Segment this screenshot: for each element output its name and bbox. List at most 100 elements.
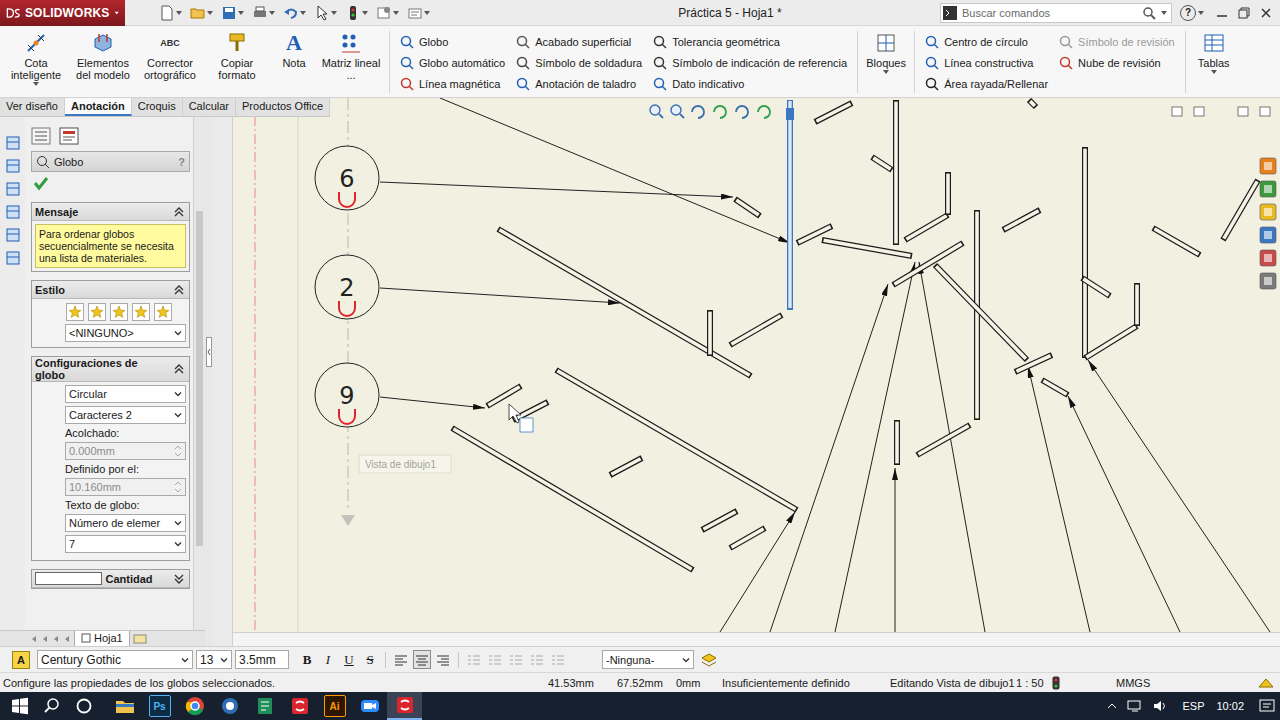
leader-line[interactable] xyxy=(720,512,795,632)
drag-handle-icon[interactable] xyxy=(339,301,355,316)
group-header[interactable]: Configuraciones de globo xyxy=(32,357,189,382)
leader-line[interactable] xyxy=(440,98,790,243)
group-header[interactable]: Mensaje xyxy=(32,203,189,221)
structural-member[interactable] xyxy=(556,370,797,510)
panel-scrollbar[interactable] xyxy=(193,117,205,630)
taskbar-app[interactable] xyxy=(177,692,212,720)
structural-member[interactable] xyxy=(452,428,693,570)
structural-member[interactable] xyxy=(1042,380,1068,395)
add-sheet-icon[interactable] xyxy=(133,634,147,644)
structural-member[interactable] xyxy=(896,100,897,245)
rebuild-button[interactable] xyxy=(345,5,368,21)
ribbon-small-button[interactable]: Nube de revisión xyxy=(1059,52,1175,73)
align-button[interactable] xyxy=(434,650,452,669)
ribbon-small-button[interactable]: Área rayada/Rellenar xyxy=(925,73,1048,94)
structural-member[interactable] xyxy=(935,265,1027,360)
structural-member[interactable] xyxy=(815,103,852,122)
structural-member[interactable] xyxy=(1137,283,1138,326)
open-button[interactable] xyxy=(190,5,213,21)
task-pane-icon[interactable] xyxy=(1260,273,1276,289)
leader-line[interactable] xyxy=(380,182,733,197)
view-window-button[interactable] xyxy=(1194,107,1204,116)
unit-system[interactable]: MMGS xyxy=(1060,677,1258,689)
text-style-button[interactable]: I xyxy=(319,650,337,669)
structural-member[interactable] xyxy=(498,229,751,376)
structural-member[interactable] xyxy=(735,199,760,216)
structural-member[interactable] xyxy=(1153,228,1200,255)
ribbon-small-button[interactable]: Línea constructiva xyxy=(925,52,1048,73)
view-toolbar-icon[interactable] xyxy=(758,106,770,118)
ribbon-button[interactable]: ANota xyxy=(272,31,316,69)
structural-member[interactable] xyxy=(1003,210,1040,230)
view-tool-icon[interactable] xyxy=(5,227,21,243)
undo-button[interactable] xyxy=(283,5,306,21)
windows-start-icon[interactable] xyxy=(11,697,29,715)
sheet-nav-icon[interactable] xyxy=(52,635,60,643)
sheet-nav-icon[interactable] xyxy=(41,635,49,643)
structural-member[interactable] xyxy=(1029,100,1036,107)
notifications-icon[interactable] xyxy=(1259,699,1275,713)
select-field[interactable]: Circular xyxy=(65,385,186,403)
font-icon[interactable]: A xyxy=(12,651,30,669)
taskbar-app[interactable] xyxy=(107,692,142,720)
font-select[interactable]: Century Gothic xyxy=(37,650,193,669)
leader-line[interactable] xyxy=(380,397,485,408)
style-select[interactable]: <NINGUNO> xyxy=(65,324,186,342)
tray-arrow-icon[interactable] xyxy=(1107,701,1117,711)
taskbar-app[interactable]: Ai xyxy=(317,692,352,720)
scroll-thumb[interactable] xyxy=(196,211,203,546)
layer-select[interactable]: -Ninguna- xyxy=(602,650,694,669)
task-pane-icon[interactable] xyxy=(1260,250,1276,266)
view-toolbar-icon[interactable] xyxy=(692,106,704,118)
task-pane-icon[interactable] xyxy=(1260,158,1276,174)
help-button[interactable]: ? xyxy=(178,156,185,168)
command-tab[interactable]: Croquis xyxy=(132,98,183,116)
select-field[interactable]: Caracteres 2 xyxy=(65,406,186,424)
structural-member[interactable] xyxy=(905,215,948,240)
text-style-button[interactable]: B xyxy=(298,650,316,669)
structural-member[interactable] xyxy=(1223,180,1258,240)
structural-member[interactable] xyxy=(977,210,978,420)
ribbon-button[interactable]: ABCCorrector ortográfico xyxy=(138,31,202,81)
command-search[interactable]: Buscar comandos xyxy=(940,3,1172,23)
ribbon-small-button[interactable]: Anotación de taladro xyxy=(516,73,642,94)
structural-member[interactable] xyxy=(872,157,892,170)
rebuild-status-icon[interactable] xyxy=(1052,676,1060,690)
customize-status-icon[interactable] xyxy=(1258,677,1274,689)
view-toolbar-icon[interactable] xyxy=(736,106,748,118)
drag-handle-icon[interactable] xyxy=(339,192,355,207)
layer-properties-icon[interactable] xyxy=(701,653,717,667)
text-style-button[interactable]: S xyxy=(361,650,379,669)
structural-member[interactable] xyxy=(702,511,737,530)
restore-icon[interactable] xyxy=(1236,5,1252,21)
sheet-nav-icon[interactable] xyxy=(63,635,71,643)
taskbar-app[interactable] xyxy=(352,692,387,720)
property-manager-icon[interactable] xyxy=(59,127,79,145)
selected-member[interactable] xyxy=(786,100,794,310)
leader-line[interactable] xyxy=(770,284,888,632)
drawing-sheet[interactable]: 629Vista de dibujo1 xyxy=(233,98,1280,632)
leader-line[interactable] xyxy=(1088,360,1270,632)
leader-line[interactable] xyxy=(1028,366,1090,632)
balloon[interactable]: 2 xyxy=(315,255,379,319)
ribbon-button[interactable]: Tablas xyxy=(1192,31,1236,75)
clock[interactable]: 10:02 xyxy=(1216,700,1244,712)
view-window-button[interactable] xyxy=(1172,107,1182,116)
style-star-icon[interactable] xyxy=(154,303,172,321)
view-toolbar-icon[interactable] xyxy=(714,106,726,118)
balloon[interactable]: 6 xyxy=(315,146,379,210)
group-header[interactable]: Cantidad xyxy=(32,570,189,588)
structural-member[interactable] xyxy=(487,386,521,406)
select-button[interactable] xyxy=(314,5,337,21)
task-pane-icon[interactable] xyxy=(1260,227,1276,243)
ribbon-button[interactable]: Elementos del modelo xyxy=(71,31,135,81)
style-star-icon[interactable] xyxy=(66,303,84,321)
cortana-icon[interactable] xyxy=(75,697,93,715)
structural-member[interactable] xyxy=(1085,147,1086,358)
text-height-field[interactable]: 3.5mm xyxy=(235,650,289,669)
ribbon-small-button[interactable]: Acabado superficial xyxy=(516,31,642,52)
style-star-icon[interactable] xyxy=(132,303,150,321)
structural-member[interactable] xyxy=(513,402,548,420)
structural-member[interactable] xyxy=(610,458,642,475)
select-field[interactable]: 7 xyxy=(65,535,186,553)
